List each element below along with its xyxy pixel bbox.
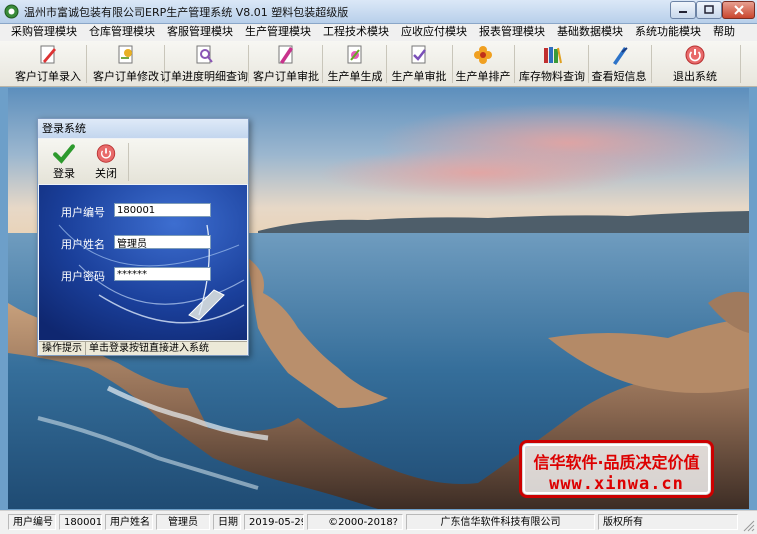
menu-production[interactable]: 生产管理模块 xyxy=(239,24,317,41)
toolbar-separator xyxy=(514,45,515,83)
menu-purchasing[interactable]: 采购管理模块 xyxy=(5,24,83,41)
doc-search-icon xyxy=(196,45,213,64)
production-order-create-button[interactable]: 生产单生成 xyxy=(325,44,385,86)
customer-order-approval-button[interactable]: 客户订单审批 xyxy=(251,44,321,86)
login-button-label: 登录 xyxy=(53,167,75,180)
user-name-label: 用户姓名 xyxy=(61,238,105,251)
customer-order-edit-button[interactable]: 客户订单修改 xyxy=(88,44,164,86)
status-user-code-value: 180001 xyxy=(59,514,102,530)
window-title: 温州市富诚包装有限公司ERP生产管理系统 V8.01 塑料包装超级版 xyxy=(24,6,349,19)
close-dialog-button[interactable]: 关闭 xyxy=(88,143,124,181)
status-rights: 版权所有 xyxy=(598,514,738,530)
inventory-material-query-button[interactable]: 库存物料查询 xyxy=(517,44,587,86)
toolbar-label: 退出系统 xyxy=(673,70,717,83)
menu-system-functions[interactable]: 系统功能模块 xyxy=(629,24,707,41)
toolbar-separator xyxy=(588,45,589,83)
menu-help[interactable]: 帮助 xyxy=(707,24,741,41)
user-code-input[interactable] xyxy=(114,203,211,217)
menu-base-data[interactable]: 基础数据模块 xyxy=(551,24,629,41)
customer-order-entry-button[interactable]: 客户订单录入 xyxy=(10,44,86,86)
power-icon xyxy=(96,144,116,163)
minimize-icon xyxy=(679,11,687,13)
toolbar-separator xyxy=(322,45,323,83)
toolbar-label: 客户订单审批 xyxy=(253,70,319,83)
toolbar-separator xyxy=(740,45,741,83)
toolbar-label: 库存物料查询 xyxy=(519,70,585,83)
menu-customer-service[interactable]: 客服管理模块 xyxy=(161,24,239,41)
status-user-name-label: 用户姓名 xyxy=(105,514,153,530)
toolbar-separator xyxy=(86,45,87,83)
app-logo-icon xyxy=(4,4,19,19)
toolbar-separator xyxy=(452,45,453,83)
order-progress-query-button[interactable]: 订单进度明细查询 xyxy=(160,44,248,86)
view-messages-button[interactable]: 查看短信息 xyxy=(590,44,648,86)
toolbar-label: 客户订单录入 xyxy=(15,70,81,83)
brand-watermark: 信华软件·品质决定价值 www.xinwa.cn xyxy=(519,440,714,498)
menu-warehouse[interactable]: 仓库管理模块 xyxy=(83,24,161,41)
resize-grip-icon[interactable] xyxy=(742,519,755,532)
doc-edit-icon xyxy=(118,45,133,64)
login-dialog-toolbar: 登录 关闭 xyxy=(38,139,248,184)
hint-text: 单击登录按钮直接进入系统 xyxy=(89,343,209,354)
toolbar-separator xyxy=(386,45,387,83)
doc-approve-icon xyxy=(278,45,293,64)
watermark-slogan: 信华软件·品质决定价值 xyxy=(533,453,700,472)
status-user-code-label: 用户编号 xyxy=(8,514,56,530)
menu-reports[interactable]: 报表管理模块 xyxy=(473,24,551,41)
user-code-label: 用户编号 xyxy=(61,206,105,219)
menu-engineering[interactable]: 工程技术模块 xyxy=(317,24,395,41)
toolbar-separator xyxy=(128,143,129,181)
doc-pen-icon xyxy=(40,45,56,64)
login-button[interactable]: 登录 xyxy=(46,143,82,181)
user-name-input[interactable] xyxy=(114,235,211,249)
maximize-icon xyxy=(704,5,714,14)
hint-label: 操作提示 xyxy=(39,342,86,355)
toolbar-label: 订单进度明细查询 xyxy=(160,70,248,83)
doc-check-icon xyxy=(411,45,426,64)
toolbar-separator xyxy=(248,45,249,83)
checkmark-icon xyxy=(53,144,75,164)
close-window-button[interactable] xyxy=(722,1,755,19)
production-order-approval-button[interactable]: 生产单审批 xyxy=(389,44,449,86)
flower-icon xyxy=(474,46,492,64)
production-scheduling-button[interactable]: 生产单排产 xyxy=(454,44,512,86)
status-date-label: 日期 xyxy=(213,514,241,530)
message-icon xyxy=(613,47,628,65)
status-copyright-year: ©2000-2018? xyxy=(307,514,403,530)
close-dialog-label: 关闭 xyxy=(95,167,117,180)
doc-create-icon xyxy=(347,45,362,64)
password-label: 用户密码 xyxy=(61,270,105,283)
status-user-name-value: 管理员 xyxy=(156,514,210,530)
toolbar-label: 生产单排产 xyxy=(455,70,511,83)
watermark-url: www.xinwa.cn xyxy=(549,474,684,494)
main-toolbar: 客户订单录入 客户订单修改 订单进度明细查询 客户订单审批 生产单生成 生产单审… xyxy=(0,41,757,87)
status-bar: 用户编号 180001 用户姓名 管理员 日期 2019-05-29 ©2000… xyxy=(0,510,757,534)
toolbar-label: 客户订单修改 xyxy=(93,70,159,83)
books-icon xyxy=(544,47,562,64)
password-input[interactable] xyxy=(114,267,211,281)
toolbar-label: 查看短信息 xyxy=(591,70,647,83)
menu-bar: 采购管理模块 仓库管理模块 客服管理模块 生产管理模块 工程技术模块 应收应付模… xyxy=(0,24,757,41)
toolbar-label: 生产单审批 xyxy=(391,70,447,83)
login-dialog-title: 登录系统 xyxy=(38,119,248,138)
status-date-value: 2019-05-29 xyxy=(244,514,304,530)
close-icon xyxy=(733,5,744,15)
toolbar-separator xyxy=(651,45,652,83)
minimize-button[interactable] xyxy=(670,1,696,19)
login-hint-bar: 操作提示 单击登录按钮直接进入系统 xyxy=(39,341,247,355)
login-form-panel: 用户编号 用户姓名 用户密码 xyxy=(39,185,247,340)
status-company: 广东信华软件科技有限公司 xyxy=(406,514,595,530)
title-bar: 温州市富诚包装有限公司ERP生产管理系统 V8.01 塑料包装超级版 xyxy=(0,0,757,24)
exit-system-button[interactable]: 退出系统 xyxy=(662,44,728,86)
menu-receivables-payables[interactable]: 应收应付模块 xyxy=(395,24,473,41)
login-dialog: 登录系统 登录 关闭 用户编号 180001 用户姓名 管理员 用户密码 ***… xyxy=(37,118,249,356)
maximize-button[interactable] xyxy=(696,1,722,19)
power-icon xyxy=(685,45,705,65)
toolbar-label: 生产单生成 xyxy=(327,70,383,83)
